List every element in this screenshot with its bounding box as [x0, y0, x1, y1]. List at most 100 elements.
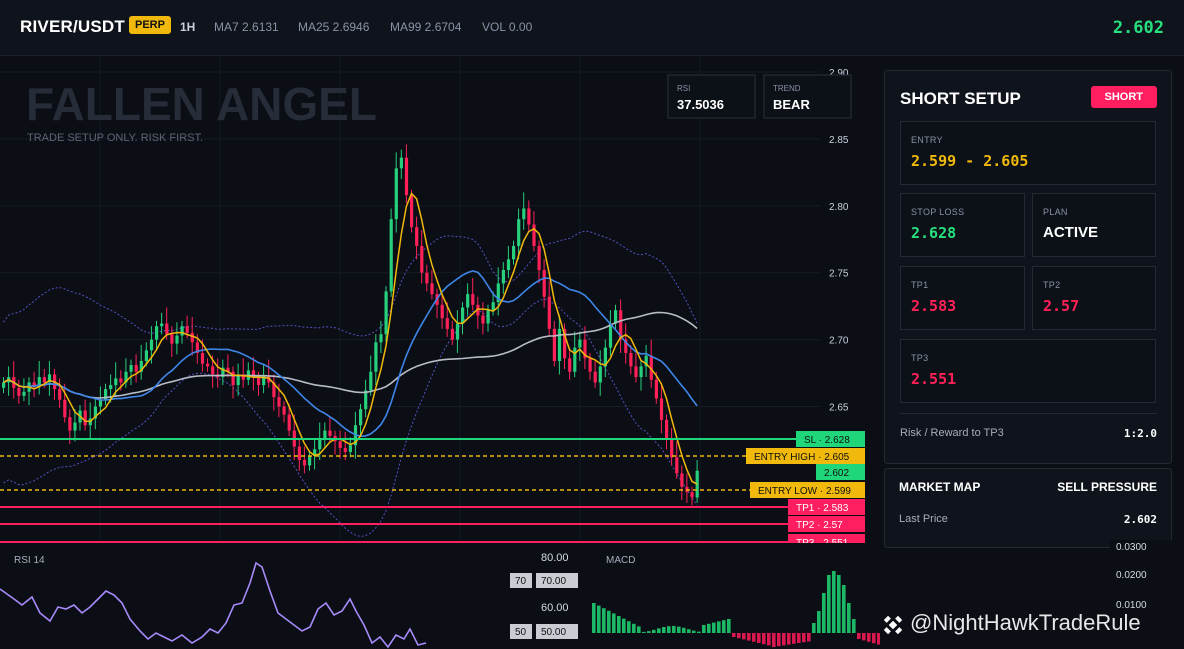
candle-body: [200, 352, 205, 364]
macd-bar: [842, 585, 846, 633]
macd-bar: [817, 611, 821, 633]
entry-card: ENTRY 2.599 - 2.605: [900, 121, 1156, 185]
candle-body: [680, 473, 684, 487]
candle-body: [114, 378, 118, 386]
rsi-50-value: 50.00: [541, 627, 566, 638]
candle-body: [445, 318, 449, 329]
stop-loss-value: 2.628: [911, 224, 957, 242]
candle-body: [557, 328, 562, 362]
macd-bar: [762, 633, 766, 645]
candle-body: [73, 422, 77, 431]
candle-body: [206, 363, 210, 367]
macd-histogram: [592, 571, 880, 647]
candle-body: [109, 385, 113, 390]
candle-body: [348, 445, 352, 452]
macd-bar: [837, 575, 841, 633]
price-axis-label-5: 2.65: [829, 403, 849, 414]
candle-body: [404, 157, 409, 196]
rsi-70-value: 70.00: [541, 576, 566, 587]
candle-body: [517, 219, 521, 246]
candle-body: [670, 438, 674, 458]
macd-bar: [622, 618, 626, 633]
candle-body: [384, 291, 388, 335]
candle-body: [471, 294, 475, 305]
candle-body: [690, 492, 694, 498]
svg-text:RSI: RSI: [677, 84, 690, 93]
macd-axis: 0.0300 0.0200 0.0100: [1110, 540, 1184, 610]
candle-body: [573, 347, 577, 372]
pair-title[interactable]: RIVER/USDT: [20, 17, 125, 37]
candle-body: [450, 328, 454, 340]
last-price: 2.602: [1112, 18, 1164, 38]
candle-body: [629, 352, 633, 367]
macd-bar: [767, 633, 771, 646]
candle-body: [338, 441, 342, 448]
macd-bar: [792, 633, 796, 644]
macd-bar: [627, 621, 631, 633]
candle-body: [17, 387, 21, 396]
macd-bar: [592, 603, 596, 633]
macd-bar: [732, 633, 736, 637]
candle-body: [2, 382, 6, 388]
svg-text:37.5036: 37.5036: [677, 97, 724, 112]
short-button[interactable]: SHORT: [1090, 86, 1157, 108]
rsi-panel[interactable]: RSI 14 80.00 60.00 70 70.00 50 50.00: [0, 547, 590, 649]
candle-body: [466, 294, 470, 308]
macd-bar: [652, 629, 656, 633]
macd-bar: [832, 571, 836, 633]
macd-bar: [602, 608, 606, 633]
candle-body: [394, 168, 398, 220]
candle-body: [608, 323, 613, 348]
trade-levels: SL · 2.628 ENTRY HIGH · 2.605 2.602 ENTRY L…: [0, 431, 865, 543]
macd-bar: [677, 626, 681, 633]
macd-bar: [682, 627, 686, 633]
macd-panel[interactable]: MACD: [590, 547, 880, 649]
candle-body: [379, 334, 383, 343]
candle-body: [68, 417, 72, 431]
ma99-line: [3, 311, 698, 399]
candle-body: [501, 270, 505, 284]
candle-body: [297, 446, 301, 461]
macd-bar: [647, 631, 651, 633]
candle-body: [440, 304, 444, 319]
candle-body: [552, 328, 556, 362]
candle-body: [63, 399, 67, 418]
rsi-title: RSI 14: [14, 555, 45, 566]
macd-bar: [862, 633, 866, 641]
macd-bar: [607, 610, 611, 633]
macd-bar: [667, 626, 671, 633]
rsi-50-tag: 50: [515, 627, 527, 638]
ma25-line: [3, 270, 698, 438]
binance-logo-icon: [883, 615, 903, 635]
macd-bar: [727, 619, 731, 633]
stop-loss-card: STOP LOSS 2.628: [900, 193, 1025, 257]
macd-axis-0200: 0.0200: [1116, 570, 1147, 581]
candle-body: [389, 219, 393, 292]
macd-bar: [692, 630, 696, 633]
candle-body: [155, 326, 159, 340]
market-map-title: MARKET MAP: [899, 480, 981, 494]
macd-bar: [807, 633, 811, 642]
risk-reward-value: 1:2.0: [1123, 427, 1157, 440]
candle-body: [318, 438, 322, 450]
ma7-label: MA7 2.6131: [214, 20, 279, 34]
candle-body: [399, 157, 403, 169]
candle-body: [578, 339, 582, 348]
price-chart[interactable]: FALLEN ANGEL TRADE SETUP ONLY. RISK FIRS…: [0, 56, 866, 543]
candle-body: [22, 391, 26, 396]
tp3-label: TP3 · 2.551: [796, 538, 849, 543]
candles: [2, 144, 699, 506]
tp3-card: TP3 2.551: [900, 339, 1156, 403]
macd-bar: [782, 633, 786, 646]
setup-title: SHORT SETUP: [900, 89, 1021, 108]
market-map-panel: MARKET MAP SELL PRESSURE Last Price 2.60…: [884, 468, 1172, 548]
macd-bar: [597, 605, 601, 633]
timeframe-button[interactable]: 1H: [180, 20, 195, 34]
candle-body: [364, 390, 368, 410]
candle-body: [420, 245, 424, 273]
tp2-value: 2.57: [1043, 297, 1080, 315]
candle-body: [568, 358, 572, 372]
candle-body: [282, 406, 286, 415]
candle-body: [374, 342, 378, 372]
tp2-label: TP2 · 2.57: [796, 520, 843, 531]
